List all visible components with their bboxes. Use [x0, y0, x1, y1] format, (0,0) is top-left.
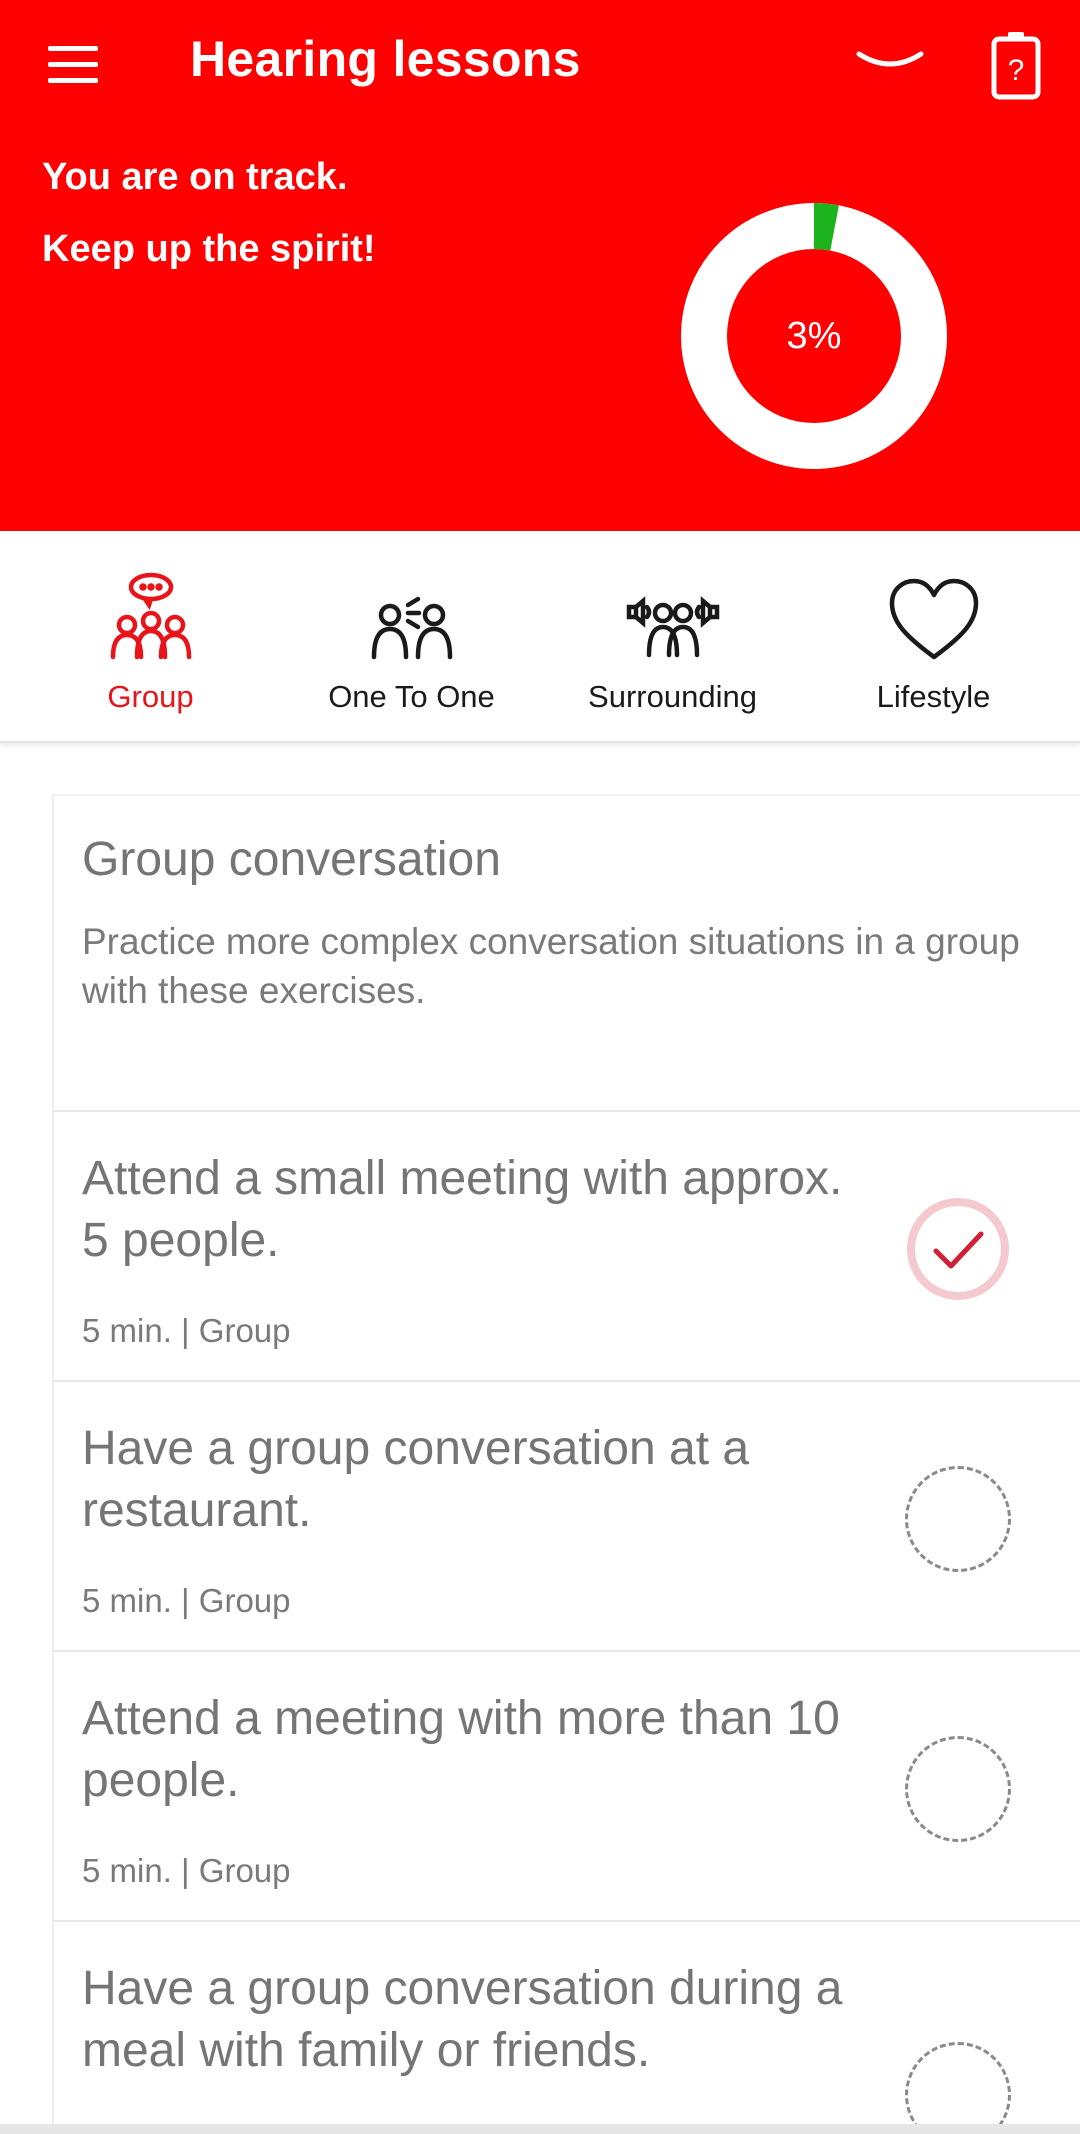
heart-icon — [889, 578, 978, 660]
lesson-item[interactable]: Attend a small meeting with approx. 5 pe… — [54, 1112, 1080, 1382]
lesson-category: Group — [198, 1582, 291, 1619]
incomplete-circle-icon[interactable] — [905, 1466, 1011, 1572]
lesson-item[interactable]: Attend a meeting with more than 10 peopl… — [54, 1652, 1080, 1922]
group-chat-icon — [110, 572, 191, 660]
one-to-one-icon — [371, 596, 452, 660]
lesson-duration: 5 min. — [82, 1312, 172, 1349]
tab-label: Group — [107, 679, 194, 714]
chevron-down-icon[interactable] — [855, 40, 925, 90]
lesson-list: Group conversation Practice more complex… — [52, 794, 1080, 2124]
lesson-title: Have a group conversation at a restauran… — [82, 1422, 750, 1537]
encouragement-message: Keep up the spirit! — [42, 228, 376, 270]
tab-surrounding[interactable]: Surrounding — [542, 531, 803, 741]
category-title: Group conversation — [82, 833, 501, 886]
battery-help-icon[interactable]: ? — [990, 30, 1042, 100]
lesson-category: Group — [198, 1312, 291, 1349]
lesson-item[interactable]: Have a group conversation at a restauran… — [54, 1382, 1080, 1652]
meta-separator: | — [181, 1582, 190, 1619]
progress-percentage: 3% — [786, 314, 842, 357]
category-intro: Group conversation Practice more complex… — [54, 796, 1080, 1112]
meta-separator: | — [181, 1312, 190, 1349]
incomplete-circle-icon[interactable] — [905, 1736, 1011, 1842]
tab-one-to-one[interactable]: One To One — [281, 531, 542, 741]
status-message: You are on track. — [42, 156, 348, 198]
category-description: Practice more complex conversation situa… — [82, 921, 1020, 1011]
lesson-duration: 5 min. — [82, 1852, 172, 1889]
tab-label: One To One — [328, 679, 495, 714]
header-banner: Hearing lessons ? You are on track. Keep… — [0, 0, 1080, 531]
lesson-title: Attend a small meeting with approx. 5 pe… — [82, 1152, 843, 1267]
completed-check-icon[interactable] — [905, 1196, 1011, 1302]
lesson-meta: 5 min. | Group — [82, 1852, 291, 1890]
lesson-category: Group — [198, 1852, 291, 1889]
lesson-item[interactable]: Have a group conversation during a meal … — [54, 1922, 1080, 2124]
tab-label: Surrounding — [588, 679, 757, 714]
svg-text:?: ? — [1008, 54, 1025, 87]
meta-separator: | — [181, 1852, 190, 1889]
category-tabs: Group One To One Surrounding Lifestyle — [0, 531, 1080, 743]
tab-lifestyle[interactable]: Lifestyle — [803, 531, 1064, 741]
lesson-meta: 5 min. | Group — [82, 1312, 291, 1350]
lesson-title: Attend a meeting with more than 10 peopl… — [82, 1692, 840, 1807]
bottom-edge — [0, 2124, 1080, 2134]
lesson-title: Have a group conversation during a meal … — [82, 1962, 843, 2077]
tab-group[interactable]: Group — [20, 531, 281, 741]
surrounding-sound-icon — [626, 596, 719, 658]
incomplete-circle-icon[interactable] — [905, 2042, 1011, 2124]
hamburger-menu-icon[interactable] — [40, 36, 106, 92]
lesson-duration: 5 min. — [82, 1582, 172, 1619]
tab-label: Lifestyle — [876, 679, 991, 714]
page-title: Hearing lessons — [190, 31, 581, 87]
lesson-meta: 5 min. | Group — [82, 1582, 291, 1620]
